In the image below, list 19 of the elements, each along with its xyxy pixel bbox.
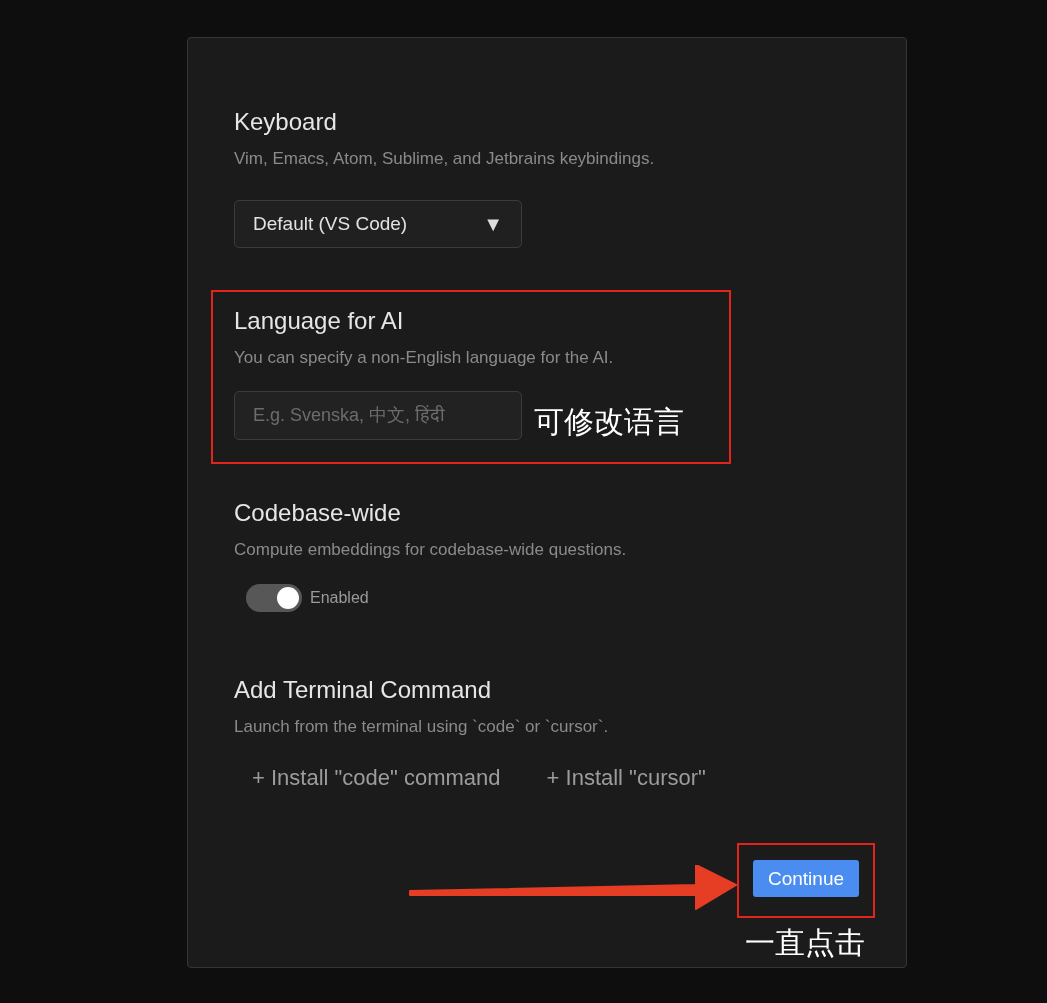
annotation-text: 一直点击 — [745, 925, 865, 961]
caret-icon: ▼ — [483, 212, 503, 236]
section-title: Codebase-wide — [234, 498, 402, 528]
install-button[interactable]: + Install "code" command — [234, 760, 519, 796]
section-description: You can specify a non-English language for the AI. — [234, 347, 615, 369]
install-button[interactable]: + Install "cursor" — [528, 760, 724, 796]
toggle-switch[interactable] — [246, 584, 302, 612]
section-description: Compute embeddings for codebase-wide questions. — [234, 539, 628, 561]
select-value: Default (VS Code) — [253, 213, 408, 235]
language-field[interactable]: E.g. Svenska, 中文, हिंदी — [234, 391, 522, 440]
section-title: Keyboard — [234, 107, 338, 137]
section-description: Launch from the terminal using `code` or `cursor`. — [234, 716, 610, 738]
section-title: Add Terminal Command — [234, 675, 492, 705]
annotation-text: 可修改语言 — [534, 404, 684, 440]
keybinding-select[interactable]: Default (VS Code) ▼ — [234, 200, 522, 248]
section-title: Language for AI — [234, 306, 405, 336]
continue-button[interactable]: Continue — [753, 860, 859, 897]
section-description: Vim, Emacs, Atom, Sublime, and Jetbrains keybindings. — [234, 148, 656, 170]
toggle-label: Enabled — [310, 589, 369, 607]
